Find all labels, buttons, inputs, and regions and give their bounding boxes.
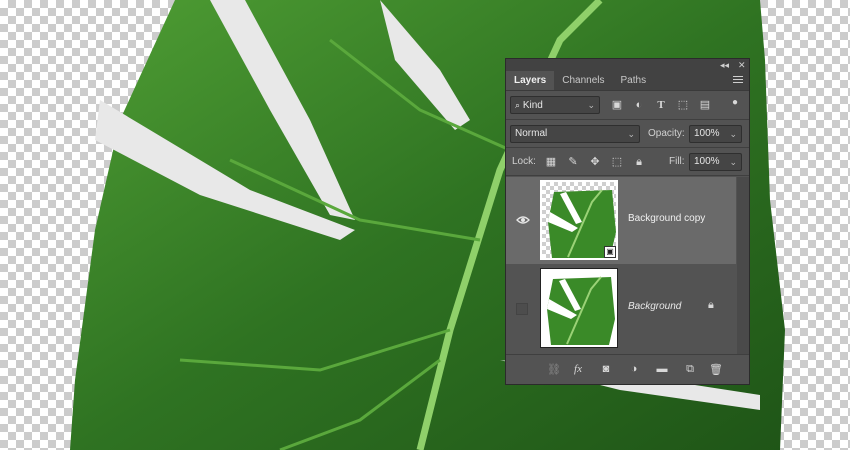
layers-panel: ◂◂ ✕ Layers Channels Paths ⌕ Kind ⌄ ▣ ◐ … xyxy=(505,58,750,385)
chevron-down-icon: ⌄ xyxy=(587,100,595,110)
visibility-toggle[interactable] xyxy=(516,303,528,315)
lock-brush-icon[interactable]: ✎ xyxy=(566,155,580,169)
collapse-icon[interactable]: ◂◂ xyxy=(720,59,729,71)
fx-icon[interactable]: fx xyxy=(570,363,586,375)
filter-smart-object-icon[interactable]: ▤ xyxy=(698,98,712,112)
leaf-thumbnail-image xyxy=(547,276,615,345)
tab-paths[interactable]: Paths xyxy=(613,71,655,90)
link-icon[interactable]: ⛓ xyxy=(546,363,562,376)
blend-row: Normal ⌄ Opacity: 100% ⌄ xyxy=(506,120,749,147)
lock-position-icon[interactable]: ✥ xyxy=(588,155,602,169)
folder-icon[interactable]: ▬ xyxy=(654,363,670,375)
opacity-value: 100% xyxy=(694,128,720,139)
trash-icon[interactable]: 🗑︎ xyxy=(708,363,724,376)
filter-pixel-icon[interactable]: ▣ xyxy=(610,98,624,112)
filter-adjustment-icon[interactable]: ◐ xyxy=(632,98,646,112)
fill-label: Fill: xyxy=(669,156,685,167)
panel-titlebar: ◂◂ ✕ xyxy=(506,59,749,71)
smart-object-badge-icon: ▣ xyxy=(604,246,616,258)
chevron-down-icon: ⌄ xyxy=(729,157,737,167)
filter-toggle-icon[interactable]: ● xyxy=(728,96,742,110)
chevron-down-icon: ⌄ xyxy=(627,129,635,139)
lock-label: Lock: xyxy=(512,156,536,167)
lock-all-icon[interactable]: 🔒︎ xyxy=(632,155,646,169)
filter-shape-icon[interactable]: ⬚ xyxy=(676,98,690,112)
adjustment-icon[interactable]: ◑ xyxy=(626,363,642,375)
eye-icon[interactable] xyxy=(516,213,530,227)
lock-artboard-icon[interactable]: ⬚ xyxy=(610,155,624,169)
tab-layers[interactable]: Layers xyxy=(506,71,555,90)
layers-bottom-toolbar: ⛓ fx ◙ ◑ ▬ ⧉ 🗑︎ xyxy=(506,354,749,384)
layers-scrollbar[interactable] xyxy=(737,177,749,354)
new-layer-icon[interactable]: ⧉ xyxy=(682,363,698,376)
layer-row-background-copy[interactable]: ▣ Background copy xyxy=(506,177,736,264)
fill-input[interactable]: 100% ⌄ xyxy=(689,153,742,171)
filter-type-icon[interactable]: T xyxy=(654,98,668,112)
panel-tabs: Layers Channels Paths xyxy=(506,71,749,91)
chevron-down-icon: ⌄ xyxy=(729,129,737,139)
layer-name[interactable]: Background copy xyxy=(628,213,705,224)
layer-row-background[interactable]: Background 🔒︎ xyxy=(506,265,736,352)
filter-kind-label: Kind xyxy=(522,100,543,111)
opacity-label: Opacity: xyxy=(648,128,685,139)
mask-icon[interactable]: ◙ xyxy=(598,363,614,375)
blend-mode-select[interactable]: Normal ⌄ xyxy=(510,125,640,143)
opacity-input[interactable]: 100% ⌄ xyxy=(689,125,742,143)
lock-icon[interactable]: 🔒︎ xyxy=(708,299,714,312)
lock-row: Lock: ▦ ✎ ✥ ⬚ 🔒︎ Fill: 100% ⌄ xyxy=(506,148,749,175)
layer-thumbnail[interactable] xyxy=(540,268,618,348)
search-icon: ⌕ xyxy=(515,100,521,110)
tab-channels[interactable]: Channels xyxy=(554,71,612,90)
layers-list: ▣ Background copy Background 🔒︎ xyxy=(506,177,749,354)
blend-mode-value: Normal xyxy=(515,128,548,139)
layer-thumbnail[interactable]: ▣ xyxy=(540,180,618,260)
layer-name[interactable]: Background xyxy=(628,301,681,312)
filter-row: ⌕ Kind ⌄ ▣ ◐ T ⬚ ▤ ● xyxy=(506,91,749,119)
panel-menu-icon[interactable] xyxy=(733,76,743,85)
filter-kind-select[interactable]: ⌕ Kind ⌄ xyxy=(510,96,600,114)
fill-value: 100% xyxy=(694,156,720,167)
close-icon[interactable]: ✕ xyxy=(738,59,746,71)
lock-transparent-icon[interactable]: ▦ xyxy=(544,155,558,169)
